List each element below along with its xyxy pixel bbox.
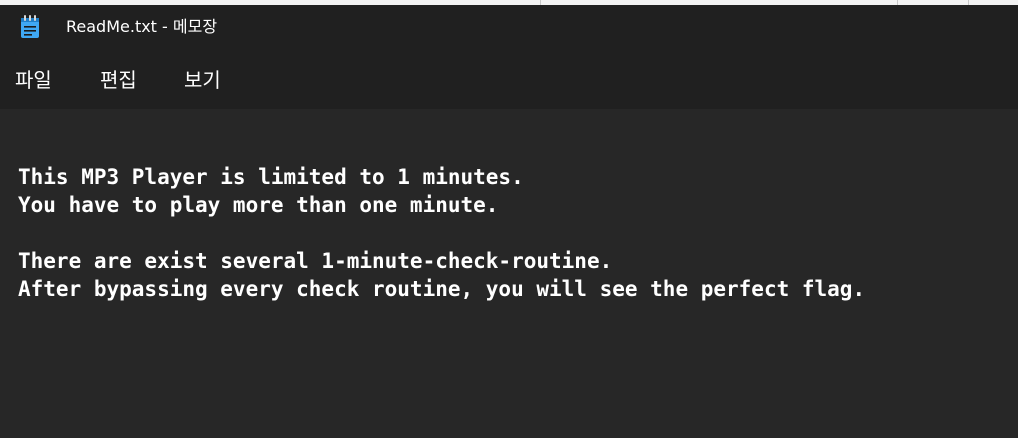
text-line: This MP3 Player is limited to 1 minutes. — [18, 165, 524, 189]
menu-file[interactable]: 파일 — [15, 68, 52, 92]
menu-view[interactable]: 보기 — [184, 68, 221, 92]
text-line: You have to play more than one minute. — [18, 193, 499, 217]
window-title: ReadMe.txt - 메모장 — [66, 17, 218, 36]
title-bar[interactable]: ReadMe.txt - 메모장 — [0, 5, 1018, 51]
text-line: There are exist several 1-minute-check-r… — [18, 249, 613, 273]
notepad-window: ReadMe.txt - 메모장 파일 편집 보기 This MP3 Playe… — [0, 0, 1018, 438]
menu-edit[interactable]: 편집 — [100, 68, 137, 92]
menu-bar: 파일 편집 보기 — [0, 51, 1018, 109]
text-editor-area[interactable]: This MP3 Player is limited to 1 minutes.… — [0, 109, 1018, 438]
notepad-icon — [20, 15, 40, 39]
text-line: After bypassing every check routine, you… — [18, 277, 866, 301]
